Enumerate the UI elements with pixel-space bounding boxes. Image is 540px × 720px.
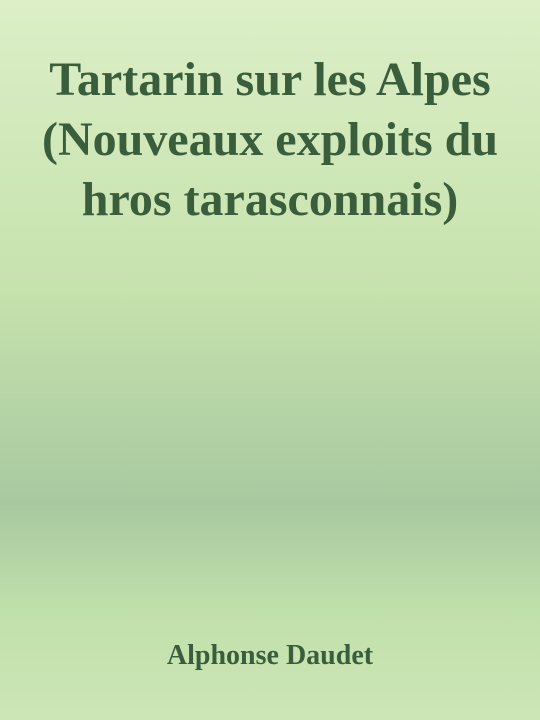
book-title: Tartarin sur les Alpes (Nouveaux exploit… xyxy=(41,53,499,226)
book-cover: Tartarin sur les Alpes (Nouveaux exploit… xyxy=(0,0,540,720)
book-author: Alphonse Daudet xyxy=(166,640,374,671)
